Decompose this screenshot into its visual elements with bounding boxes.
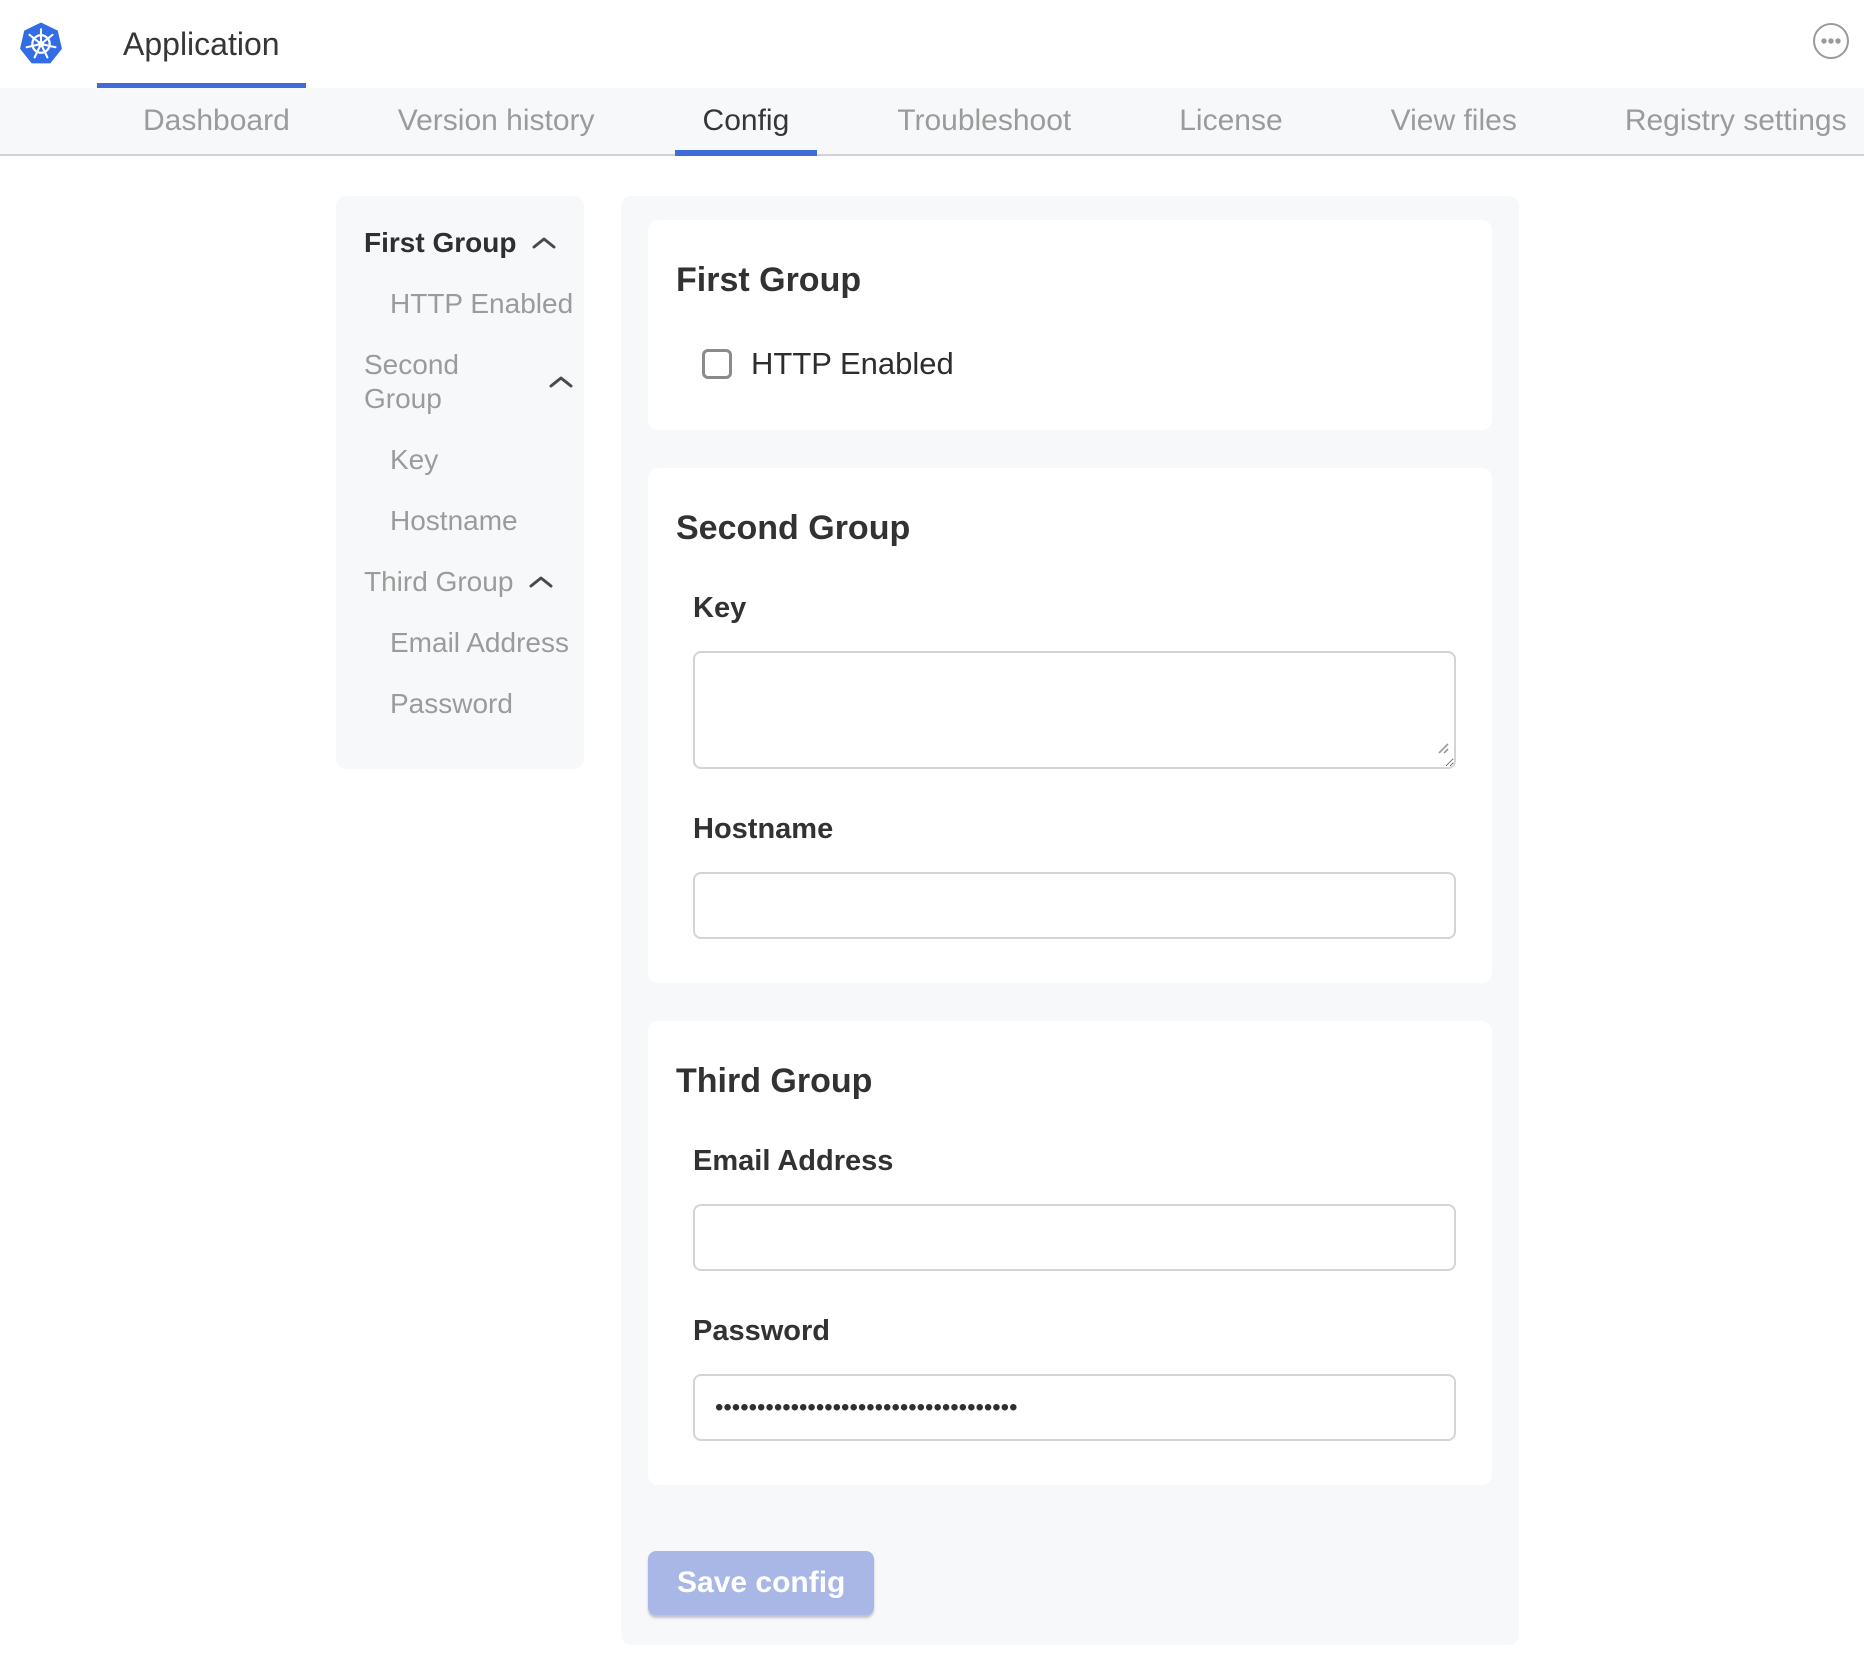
http-enabled-row: HTTP Enabled: [702, 346, 1456, 382]
kubernetes-logo-icon: [18, 21, 64, 67]
section-tab-bar: Dashboard Version history Config Trouble…: [0, 88, 1864, 156]
key-field-label: Key: [693, 592, 1456, 625]
sidebar-group-second-group[interactable]: Second Group: [364, 348, 574, 416]
hostname-field-label: Hostname: [693, 813, 1456, 846]
key-textarea[interactable]: [693, 651, 1456, 769]
config-form-panel: First Group HTTP Enabled Second Group Ke…: [621, 196, 1519, 1645]
save-config-button[interactable]: Save config: [648, 1551, 874, 1615]
email-field-label: Email Address: [693, 1145, 1456, 1178]
config-group-card-second-group: Second Group Key Hostname: [648, 468, 1492, 983]
chevron-up-icon: [548, 374, 574, 390]
config-group-card-first-group: First Group HTTP Enabled: [648, 220, 1492, 430]
config-group-card-third-group: Third Group Email Address Password: [648, 1021, 1492, 1485]
email-input[interactable]: [693, 1204, 1456, 1271]
sidebar-group-label: Third Group: [364, 565, 513, 599]
sidebar-group-third-group[interactable]: Third Group: [364, 565, 574, 599]
tab-version-history[interactable]: Version history: [370, 88, 623, 154]
chevron-up-icon: [528, 574, 554, 590]
tab-label: License: [1179, 104, 1282, 138]
sidebar-item-label: Key: [390, 444, 438, 475]
app-title: Application: [123, 26, 280, 63]
group-title: First Group: [676, 260, 1456, 300]
hostname-input[interactable]: [693, 872, 1456, 939]
sidebar-item-label: HTTP Enabled: [390, 288, 573, 319]
checkbox-label: HTTP Enabled: [751, 346, 954, 382]
http-enabled-checkbox[interactable]: [702, 349, 732, 379]
tab-label: Config: [703, 104, 790, 138]
sidebar-item-hostname[interactable]: Hostname: [364, 504, 574, 538]
tab-label: Dashboard: [143, 104, 290, 138]
config-nav-sidebar: First Group HTTP Enabled Second Group Ke…: [336, 196, 584, 769]
tab-troubleshoot[interactable]: Troubleshoot: [869, 88, 1099, 154]
tab-config[interactable]: Config: [675, 88, 818, 154]
sidebar-item-password[interactable]: Password: [364, 687, 574, 721]
tab-label: Version history: [398, 104, 595, 138]
tab-dashboard[interactable]: Dashboard: [115, 88, 318, 154]
app-title-tab[interactable]: Application: [97, 0, 306, 88]
app-header: Application: [0, 0, 1864, 88]
config-page: First Group HTTP Enabled Second Group Ke…: [0, 156, 1864, 1645]
sidebar-item-key[interactable]: Key: [364, 443, 574, 477]
password-input[interactable]: [693, 1374, 1456, 1441]
group-title: Second Group: [676, 508, 1456, 548]
key-field-wrap: [693, 651, 1456, 769]
tab-label: Troubleshoot: [897, 104, 1071, 138]
sidebar-item-label: Email Address: [390, 627, 569, 658]
tab-label: View files: [1391, 104, 1517, 138]
chevron-up-icon: [531, 235, 557, 251]
sidebar-group-label: Second Group: [364, 348, 533, 416]
tab-label: Registry settings: [1625, 104, 1847, 138]
group-title: Third Group: [676, 1061, 1456, 1101]
sidebar-group-label: First Group: [364, 226, 516, 260]
password-field-label: Password: [693, 1315, 1456, 1348]
ellipsis-icon: [1811, 49, 1851, 64]
tab-license[interactable]: License: [1151, 88, 1310, 154]
tab-view-files[interactable]: View files: [1363, 88, 1545, 154]
sidebar-item-email-address[interactable]: Email Address: [364, 626, 574, 660]
sidebar-item-http-enabled[interactable]: HTTP Enabled: [364, 287, 574, 321]
sidebar-item-label: Hostname: [390, 505, 518, 536]
more-menu-button[interactable]: [1811, 21, 1851, 61]
sidebar-item-label: Password: [390, 688, 513, 719]
tab-registry-settings[interactable]: Registry settings: [1597, 88, 1864, 154]
sidebar-group-first-group[interactable]: First Group: [364, 226, 574, 260]
